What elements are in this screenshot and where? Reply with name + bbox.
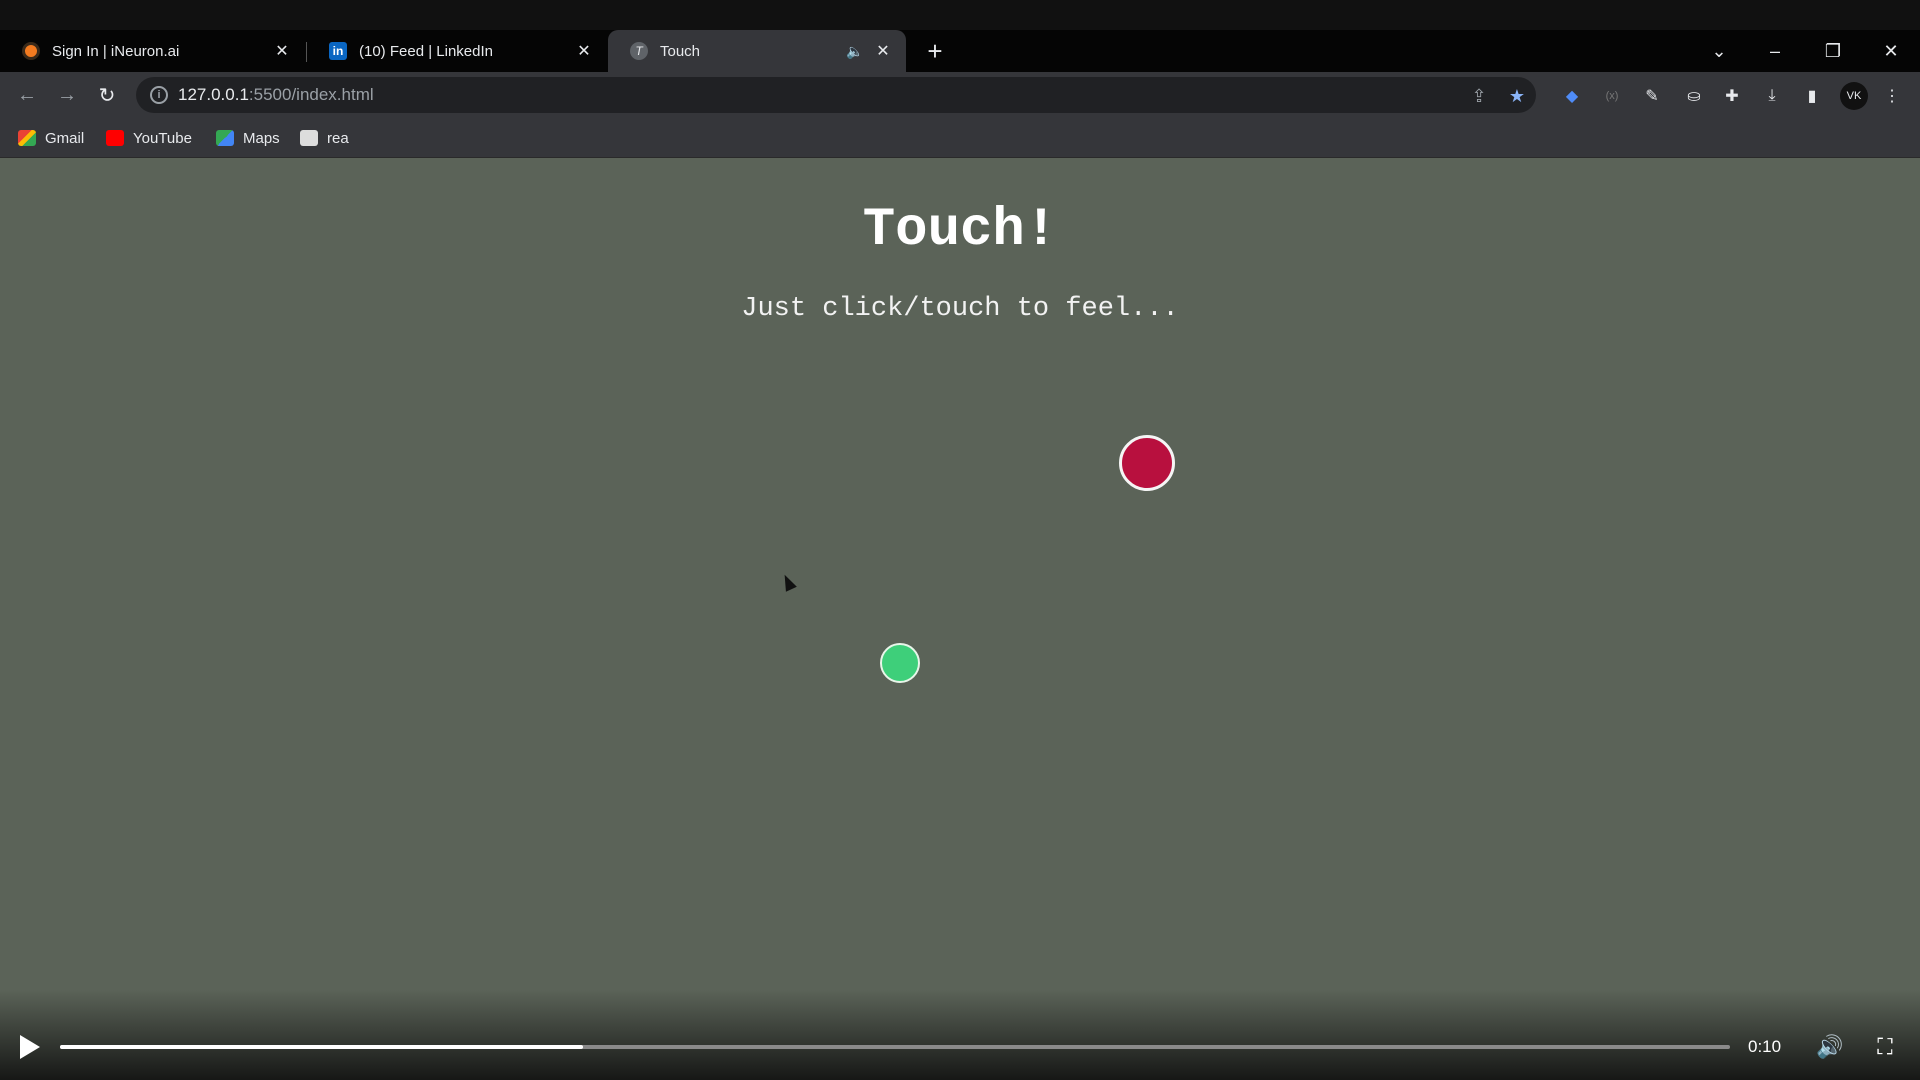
speaker-muted-icon[interactable]: 🔈: [846, 42, 864, 60]
extension-icon[interactable]: (x): [1600, 84, 1624, 108]
page-subtitle: Just click/touch to feel...: [741, 294, 1179, 324]
video-controls: 0:10 🔊 ⛶: [0, 990, 1920, 1080]
bookmark-maps[interactable]: Maps: [216, 126, 280, 150]
t-icon: T: [630, 42, 648, 60]
volume-icon[interactable]: 🔊: [1816, 1034, 1844, 1060]
tab-title: Sign In | iNeuron.ai: [52, 42, 180, 60]
site-info-icon[interactable]: i: [150, 86, 168, 104]
exit-fullscreen-icon[interactable]: ⛶: [1870, 1034, 1900, 1060]
bookmark-label: Gmail: [45, 129, 85, 147]
tab-bar: Sign In | iNeuron.ai ✕ in (10) Feed | Li…: [0, 30, 1920, 72]
back-arrow-icon[interactable]: ←: [12, 80, 42, 110]
play-icon[interactable]: [20, 1035, 40, 1059]
bookmark-label: rea: [327, 129, 349, 147]
time-display: 0:10: [1748, 1037, 1782, 1056]
window-top-strip: [0, 0, 1920, 30]
rea-icon: [300, 130, 318, 146]
pen-extension-icon[interactable]: ✎: [1640, 84, 1664, 108]
minimize-icon[interactable]: –: [1752, 30, 1798, 72]
bookmark-gmail[interactable]: Gmail: [18, 126, 84, 150]
mouse-cursor-icon: [779, 572, 797, 592]
window-close-icon[interactable]: ✕: [1868, 30, 1914, 72]
youtube-icon: [106, 130, 124, 146]
tab-ineuron[interactable]: Sign In | iNeuron.ai ✕: [0, 30, 305, 72]
tab-title: (10) Feed | LinkedIn: [359, 42, 493, 60]
new-tab-button[interactable]: +: [922, 30, 948, 72]
close-icon[interactable]: ✕: [874, 42, 892, 60]
gmail-icon: [18, 130, 36, 146]
tab-title: Touch: [660, 42, 701, 60]
profile-avatar[interactable]: VK: [1840, 82, 1868, 110]
incognito-extension-icon[interactable]: ⛀: [1682, 84, 1706, 108]
url-path: :5500/index.html: [248, 85, 374, 104]
tab-touch[interactable]: T Touch 🔈 ✕: [608, 30, 906, 72]
progress-bar[interactable]: [60, 1045, 1730, 1049]
bookmark-star-icon[interactable]: ★: [1506, 85, 1528, 107]
restore-icon[interactable]: ❐: [1810, 30, 1856, 72]
browser-toolbar: ← → ↻ i 127.0.0.1:5500/index.html ⇪ ★ ◆ …: [0, 72, 1920, 118]
linkedin-icon: in: [329, 42, 347, 60]
download-icon[interactable]: ⤓: [1760, 84, 1784, 108]
url-text: 127.0.0.1:5500/index.html: [178, 85, 374, 105]
bookmark-label: YouTube: [133, 129, 192, 147]
page-content[interactable]: Touch! Just click/touch to feel...: [0, 158, 1920, 1080]
progress-fill: [60, 1045, 583, 1049]
menu-kebab-icon[interactable]: ⋮: [1880, 84, 1904, 108]
green-touch-dot: [880, 643, 920, 683]
forward-arrow-icon[interactable]: →: [52, 80, 82, 110]
url-host: 127.0.0.1: [178, 85, 249, 104]
gem-extension-icon[interactable]: ◆: [1560, 84, 1584, 108]
page-heading: Touch!: [862, 200, 1058, 261]
bookmark-youtube[interactable]: YouTube: [106, 126, 192, 150]
share-icon[interactable]: ⇪: [1468, 85, 1490, 107]
side-panel-icon[interactable]: ▮: [1800, 84, 1824, 108]
address-bar[interactable]: i 127.0.0.1:5500/index.html ⇪ ★: [136, 77, 1536, 113]
puzzle-extensions-icon[interactable]: ✚: [1720, 84, 1744, 108]
close-icon[interactable]: ✕: [575, 42, 593, 60]
bookmark-label: Maps: [243, 129, 280, 147]
tab-linkedin[interactable]: in (10) Feed | LinkedIn ✕: [307, 30, 607, 72]
red-touch-dot: [1119, 435, 1175, 491]
close-icon[interactable]: ✕: [273, 42, 291, 60]
maps-icon: [216, 130, 234, 146]
reload-icon[interactable]: ↻: [92, 80, 122, 110]
ineuron-icon: [22, 42, 40, 60]
tab-search-chevron-icon[interactable]: ⌄: [1696, 30, 1742, 72]
bookmarks-bar: Gmail YouTube Maps rea: [0, 118, 1920, 158]
bookmark-rea[interactable]: rea: [300, 126, 349, 150]
